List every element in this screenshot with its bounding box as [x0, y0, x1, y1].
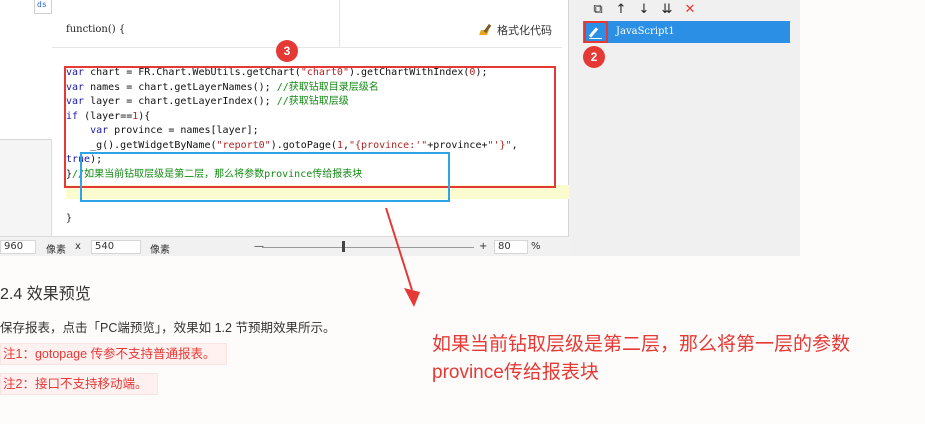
arrow-head [404, 288, 420, 307]
annotation-text: 如果当前钻取层级是第二层，那么将第一层的参数 province传给报表块 [432, 331, 912, 387]
arrow-shaft [385, 207, 413, 291]
annotation-line-1: 如果当前钻取层级是第二层，那么将第一层的参数 [432, 334, 851, 355]
annotation-line-2: province传给报表块 [432, 362, 599, 383]
